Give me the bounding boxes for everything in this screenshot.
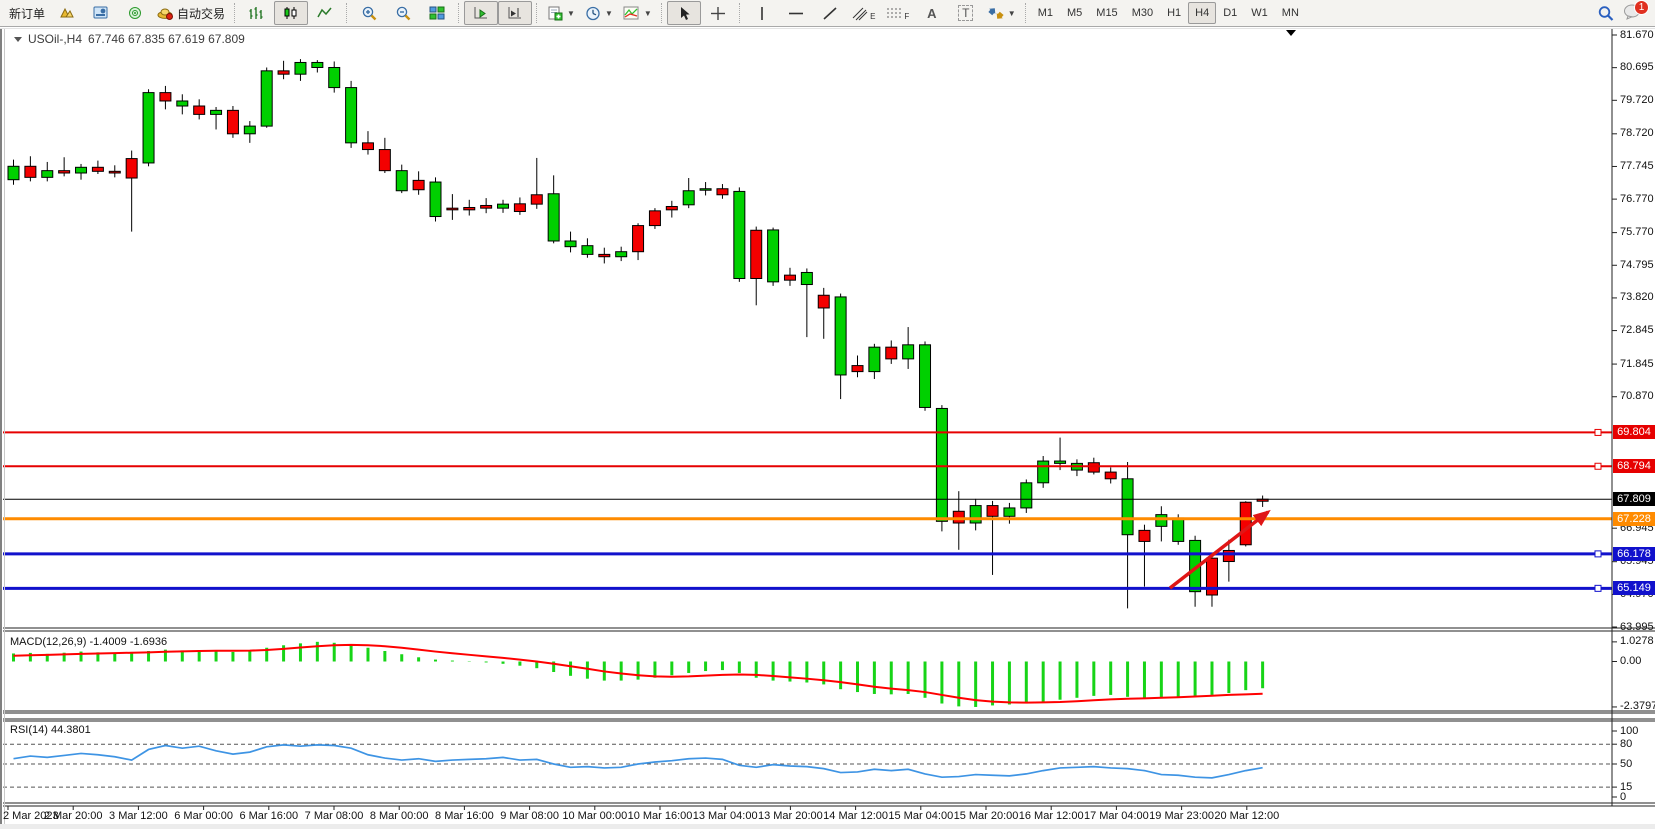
- window-bottom-strip: [0, 824, 1655, 829]
- chart-canvas[interactable]: [0, 0, 1655, 829]
